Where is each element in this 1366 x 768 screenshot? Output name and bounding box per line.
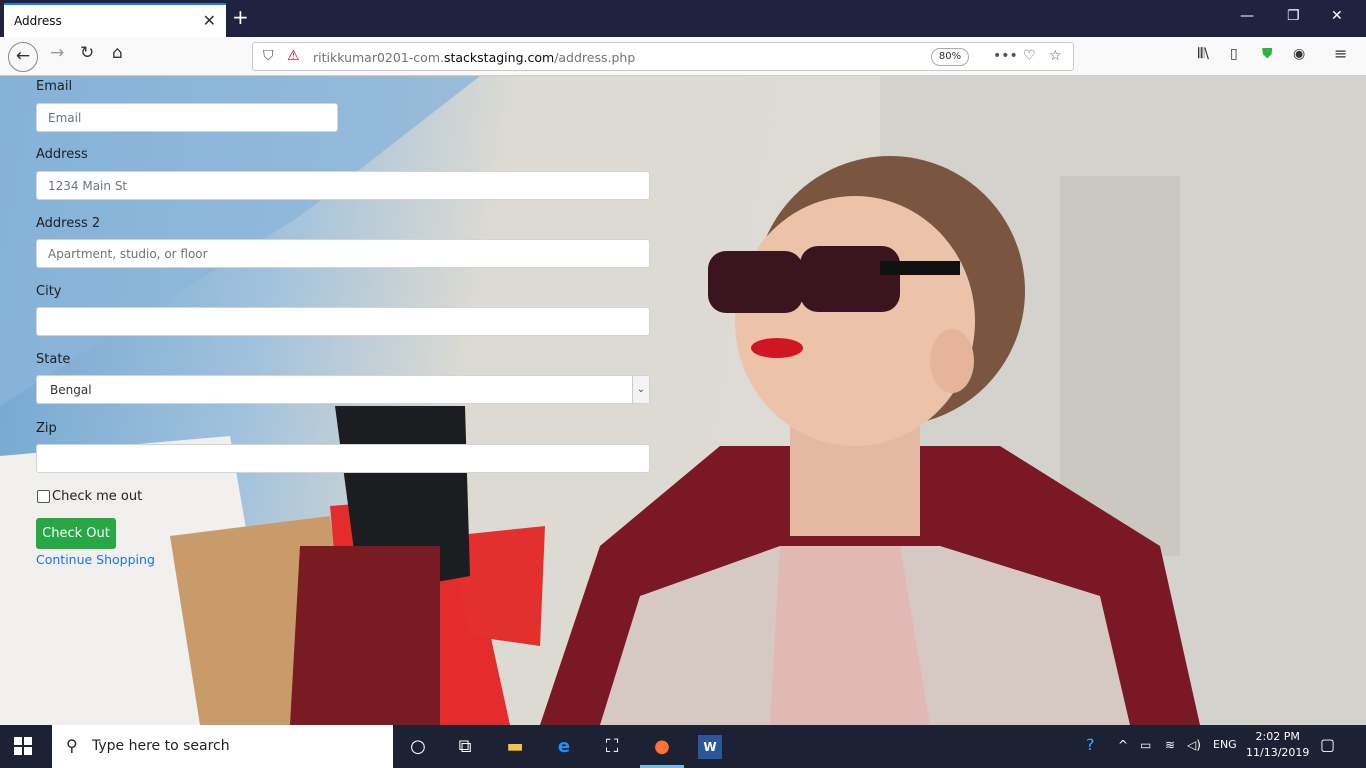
chevron-down-icon[interactable]: ⌄	[632, 376, 649, 403]
page-actions-icon[interactable]: •••	[993, 48, 1018, 64]
file-explorer-icon[interactable]: ▬	[503, 735, 527, 759]
home-icon[interactable]: ⌂	[112, 43, 123, 63]
state-label: State	[36, 352, 71, 367]
window-close-icon[interactable]: ✕	[1331, 8, 1343, 24]
notifications-icon[interactable]: ▢	[1320, 735, 1335, 754]
zip-field[interactable]	[36, 444, 650, 473]
windows-taskbar: ⚲ Type here to search ○ ⧉ ▬ e ⛶ ● W ? ^ …	[0, 725, 1366, 768]
state-value: Bengal	[50, 383, 92, 397]
word-icon[interactable]: W	[698, 735, 722, 759]
city-label: City	[36, 284, 62, 299]
chevron-up-icon[interactable]: ^	[1118, 738, 1128, 752]
menu-icon[interactable]: ≡	[1334, 44, 1347, 63]
account-icon[interactable]: ◉	[1293, 46, 1305, 62]
check-me-out-checkbox[interactable]	[37, 490, 50, 503]
minimize-icon[interactable]: —	[1240, 8, 1254, 24]
clock-time: 2:02 PM	[1255, 730, 1300, 743]
forward-arrow-icon[interactable]: →	[50, 43, 64, 63]
continue-shopping-link[interactable]: Continue Shopping	[36, 552, 155, 567]
reload-icon[interactable]: ↻	[80, 43, 94, 63]
pocket-icon[interactable]: ♡	[1023, 48, 1036, 64]
cortana-icon[interactable]: ○	[406, 735, 430, 759]
battery-icon[interactable]: ▭	[1140, 738, 1151, 752]
city-field[interactable]	[36, 307, 650, 336]
edge-icon[interactable]: e	[552, 735, 576, 759]
new-tab-button[interactable]: +	[232, 5, 249, 29]
address2-field[interactable]	[36, 239, 650, 268]
back-arrow-icon[interactable]: ←	[8, 42, 38, 72]
taskbar-search-box[interactable]: ⚲ Type here to search	[52, 725, 393, 768]
zip-label: Zip	[36, 421, 57, 436]
checkbox-label: Check me out	[52, 489, 143, 504]
state-select[interactable]: Bengal ⌄	[36, 375, 650, 404]
page-content: Email Address Address 2 City State Benga…	[0, 76, 1366, 725]
volume-icon[interactable]: ◁)	[1187, 738, 1201, 752]
email-label: Email	[36, 79, 73, 94]
sidebar-icon[interactable]: ▯	[1230, 46, 1238, 62]
tab-title: Address	[14, 14, 62, 28]
address2-label: Address 2	[36, 216, 101, 231]
adblock-shield-icon[interactable]: ⛊	[1262, 46, 1273, 62]
address-field[interactable]	[36, 171, 650, 200]
help-icon[interactable]: ?	[1086, 735, 1095, 754]
shield-icon[interactable]: ⛉	[263, 48, 274, 64]
url-bar[interactable]: ⛉ ⚠ ritikkumar0201-com.stackstaging.com/…	[252, 42, 1074, 71]
wifi-icon[interactable]: ≋	[1165, 738, 1175, 752]
email-field[interactable]	[36, 103, 338, 132]
check-out-button[interactable]: Check Out	[36, 518, 116, 549]
url-text[interactable]: ritikkumar0201-com.stackstaging.com/addr…	[313, 50, 635, 65]
browser-nav-bar: ← → ↻ ⌂ ⛉ ⚠ ritikkumar0201-com.stackstag…	[0, 37, 1366, 76]
bookmark-star-icon[interactable]: ☆	[1049, 48, 1062, 64]
taskbar-search-placeholder: Type here to search	[92, 738, 230, 754]
zoom-level[interactable]: 80%	[931, 48, 969, 66]
search-icon: ⚲	[66, 736, 78, 755]
clock[interactable]: 2:02 PM 11/13/2019	[1246, 729, 1309, 761]
language-indicator[interactable]: ENG	[1213, 738, 1237, 751]
address-label: Address	[36, 147, 88, 162]
insecure-lock-icon[interactable]: ⚠	[287, 48, 300, 64]
firefox-icon[interactable]: ●	[650, 735, 674, 759]
restore-icon[interactable]: ❐	[1287, 8, 1300, 24]
store-icon[interactable]: ⛶	[600, 735, 624, 759]
windows-start-icon[interactable]	[14, 737, 32, 755]
task-view-icon[interactable]: ⧉	[453, 735, 477, 759]
tab-close-icon[interactable]: ✕	[203, 11, 216, 30]
library-icon[interactable]: 𝄃𝄃\	[1198, 46, 1209, 62]
browser-tab-bar: Address ✕ + — ❐ ✕	[0, 0, 1366, 37]
tab-address[interactable]: Address ✕	[4, 3, 226, 37]
clock-date: 11/13/2019	[1246, 746, 1310, 759]
